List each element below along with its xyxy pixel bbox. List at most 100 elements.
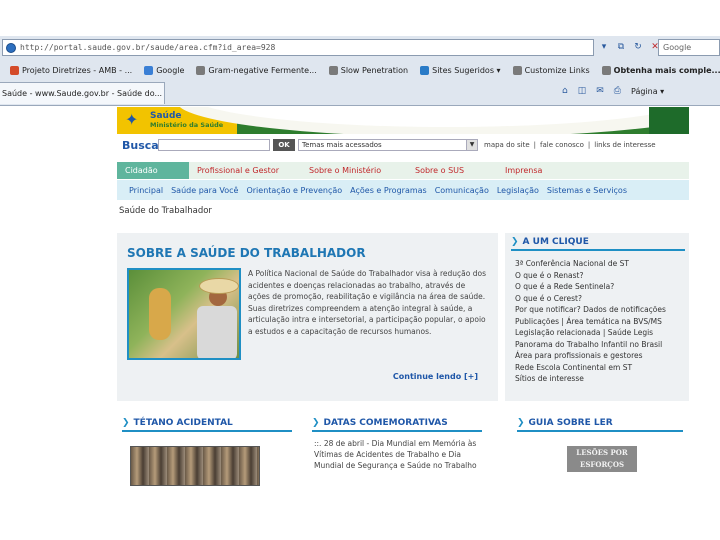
clique-link[interactable]: Área para profissionais e gestores bbox=[515, 350, 666, 362]
clique-link[interactable]: Rede Escola Continental em ST bbox=[515, 362, 666, 374]
tab-row: Saúde - www.Saude.gov.br - Saúde do... ⌂… bbox=[0, 82, 720, 104]
tetano-title: TÉTANO ACIDENTAL bbox=[133, 418, 233, 428]
busca-label: Busca bbox=[122, 138, 159, 152]
main-nav: Cidadão Profissional e Gestor Sobre o Mini… bbox=[117, 162, 689, 179]
favorite-item[interactable]: Slow Penetration bbox=[328, 65, 408, 75]
chevron-right-icon: ❯ bbox=[511, 237, 519, 247]
browser-tab[interactable]: Saúde - www.Saude.gov.br - Saúde do... bbox=[0, 82, 165, 104]
favorite-label: Projeto Diretrizes - AMB - ... bbox=[22, 65, 133, 75]
clique-link[interactable]: Legislação relacionada | Saúde Legis bbox=[515, 327, 666, 339]
header-green-strip bbox=[649, 107, 689, 134]
logo-subtitle: Ministério da Saúde bbox=[150, 121, 224, 129]
temas-select[interactable]: Temas mais acessados ▼ bbox=[298, 139, 478, 151]
chevron-right-icon: ❯ bbox=[312, 418, 320, 428]
browser-chrome: http://portal.saude.gov.br/saude/area.cf… bbox=[0, 36, 720, 106]
address-row: http://portal.saude.gov.br/saude/area.cf… bbox=[0, 38, 720, 58]
guia-title: GUIA SOBRE LER bbox=[528, 418, 613, 428]
site-logo[interactable]: ✦ Saúde Ministério da Saúde bbox=[125, 111, 223, 130]
web-page: ✦ Saúde Ministério da Saúde Busca OK Tem… bbox=[117, 107, 689, 540]
clique-link[interactable]: Panorama do Trabalho Infantil no Brasil bbox=[515, 339, 666, 351]
sub-nav-item[interactable]: Legislação bbox=[497, 186, 539, 195]
favorites-bar: Projeto Diretrizes - AMB - ... Google Gram… bbox=[0, 61, 720, 79]
worker-photo bbox=[127, 268, 241, 360]
dropdown-icon[interactable]: ▾ bbox=[598, 41, 610, 53]
chevron-right-icon: ❯ bbox=[517, 418, 525, 428]
address-bar[interactable]: http://portal.saude.gov.br/saude/area.cf… bbox=[2, 39, 594, 56]
favorite-item[interactable]: Obtenha mais comple... bbox=[601, 65, 720, 75]
tetano-section: ❯ TÉTANO ACIDENTAL bbox=[122, 418, 292, 486]
sub-nav: Principal Saúde para Você Orientação e Pre… bbox=[117, 180, 689, 200]
refresh-icon[interactable]: ↻ bbox=[632, 41, 644, 53]
clique-link[interactable]: O que é o Renast? bbox=[515, 270, 666, 282]
photo-hat bbox=[199, 278, 239, 294]
sub-nav-item[interactable]: Saúde para Você bbox=[171, 186, 238, 195]
search-input[interactable]: Google bbox=[658, 39, 720, 56]
favorite-item[interactable]: Projeto Diretrizes - AMB - ... bbox=[10, 65, 133, 75]
sub-nav-item[interactable]: Comunicação bbox=[435, 186, 489, 195]
photo-body bbox=[197, 306, 237, 358]
sub-nav-item[interactable]: Orientação e Prevenção bbox=[246, 186, 342, 195]
favorite-label: Customize Links bbox=[524, 65, 590, 75]
photo-grain bbox=[149, 288, 171, 340]
favorite-label: Sites Sugeridos ▾ bbox=[432, 65, 501, 75]
datas-text[interactable]: ::. 28 de abril - Dia Mundial em Memória… bbox=[312, 438, 482, 471]
top-link[interactable]: fale conosco bbox=[540, 141, 584, 149]
main-nav-tab[interactable]: Sobre o SUS bbox=[407, 162, 497, 179]
address-buttons: ▾ ⧉ ↻ ✕ bbox=[598, 41, 661, 53]
feeds-icon[interactable]: ◫ bbox=[578, 86, 587, 96]
tab-title: Saúde - www.Saude.gov.br - Saúde do... bbox=[2, 89, 163, 98]
tetano-header: ❯ TÉTANO ACIDENTAL bbox=[122, 418, 292, 432]
sobre-panel: SOBRE A SAÚDE DO TRABALHADOR A Política … bbox=[117, 233, 498, 401]
sub-nav-item[interactable]: Sistemas e Serviços bbox=[547, 186, 627, 195]
favorite-icon bbox=[328, 65, 338, 75]
datas-title: DATAS COMEMORATIVAS bbox=[323, 418, 448, 428]
site-icon bbox=[6, 42, 16, 53]
clique-link[interactable]: Por que notificar? Dados de notificações bbox=[515, 304, 666, 316]
top-links: mapa do site | fale conosco | links de inter… bbox=[484, 141, 656, 149]
tetano-image[interactable] bbox=[130, 446, 260, 486]
logo-title: Saúde bbox=[150, 111, 182, 121]
favorite-item[interactable]: Gram-negative Fermente... bbox=[196, 65, 317, 75]
favorite-item[interactable]: Customize Links bbox=[512, 65, 590, 75]
top-link[interactable]: links de interesse bbox=[594, 141, 655, 149]
sub-nav-item[interactable]: Ações e Programas bbox=[350, 186, 427, 195]
favorite-icon bbox=[196, 65, 206, 75]
favorite-icon bbox=[601, 65, 611, 75]
sub-nav-item[interactable]: Principal bbox=[129, 186, 163, 195]
page-menu[interactable]: Página ▾ bbox=[631, 87, 664, 96]
top-link[interactable]: mapa do site bbox=[484, 141, 530, 149]
favorite-icon bbox=[512, 65, 522, 75]
compat-icon[interactable]: ⧉ bbox=[615, 41, 627, 53]
clique-link[interactable]: Publicações | Área temática na BVS/MS bbox=[515, 316, 666, 328]
guia-header: ❯ GUIA SOBRE LER bbox=[517, 418, 683, 432]
search-row: Busca OK Temas mais acessados ▼ mapa do … bbox=[117, 137, 689, 153]
mail-icon[interactable]: ✉ bbox=[596, 86, 604, 96]
continue-link[interactable]: Continue lendo [+] bbox=[393, 372, 478, 381]
clique-title: A UM CLIQUE bbox=[522, 237, 589, 247]
main-nav-tab[interactable]: Imprensa bbox=[497, 162, 587, 179]
main-nav-tab[interactable]: Sobre o Ministério bbox=[301, 162, 407, 179]
favorite-item[interactable]: Sites Sugeridos ▾ bbox=[420, 65, 501, 75]
ok-button[interactable]: OK bbox=[273, 139, 295, 151]
clique-panel: ❯ A UM CLIQUE 3ª Conferência Nacional de… bbox=[505, 233, 689, 401]
clique-link[interactable]: O que é o Cerest? bbox=[515, 293, 666, 305]
print-icon[interactable]: ⎙ bbox=[614, 86, 621, 96]
busca-input[interactable] bbox=[158, 139, 270, 151]
guia-image[interactable]: LESÕES POR ESFORÇOS bbox=[567, 446, 637, 472]
home-icon[interactable]: ⌂ bbox=[562, 86, 568, 96]
main-nav-tab[interactable]: Cidadão bbox=[117, 162, 189, 179]
favorite-icon bbox=[420, 65, 430, 75]
clique-link[interactable]: Sítios de interesse bbox=[515, 373, 666, 385]
clique-link[interactable]: O que é a Rede Sentinela? bbox=[515, 281, 666, 293]
main-nav-tab[interactable]: Profissional e Gestor bbox=[189, 162, 301, 179]
breadcrumb: Saúde do Trabalhador bbox=[119, 206, 212, 216]
command-bar: ⌂ ◫ ✉ ⎙ Página ▾ bbox=[562, 86, 664, 96]
chevron-down-icon: ▼ bbox=[466, 140, 477, 150]
favorite-item[interactable]: Google bbox=[144, 65, 184, 75]
logo-text: Saúde Ministério da Saúde bbox=[150, 111, 223, 129]
clique-link[interactable]: 3ª Conferência Nacional de ST bbox=[515, 258, 666, 270]
sobre-title: SOBRE A SAÚDE DO TRABALHADOR bbox=[127, 246, 366, 260]
favorite-label: Gram-negative Fermente... bbox=[208, 65, 317, 75]
sobre-text: A Política Nacional de Saúde do Trabalha… bbox=[248, 269, 486, 336]
datas-section: ❯ DATAS COMEMORATIVAS ::. 28 de abril - … bbox=[312, 418, 482, 471]
